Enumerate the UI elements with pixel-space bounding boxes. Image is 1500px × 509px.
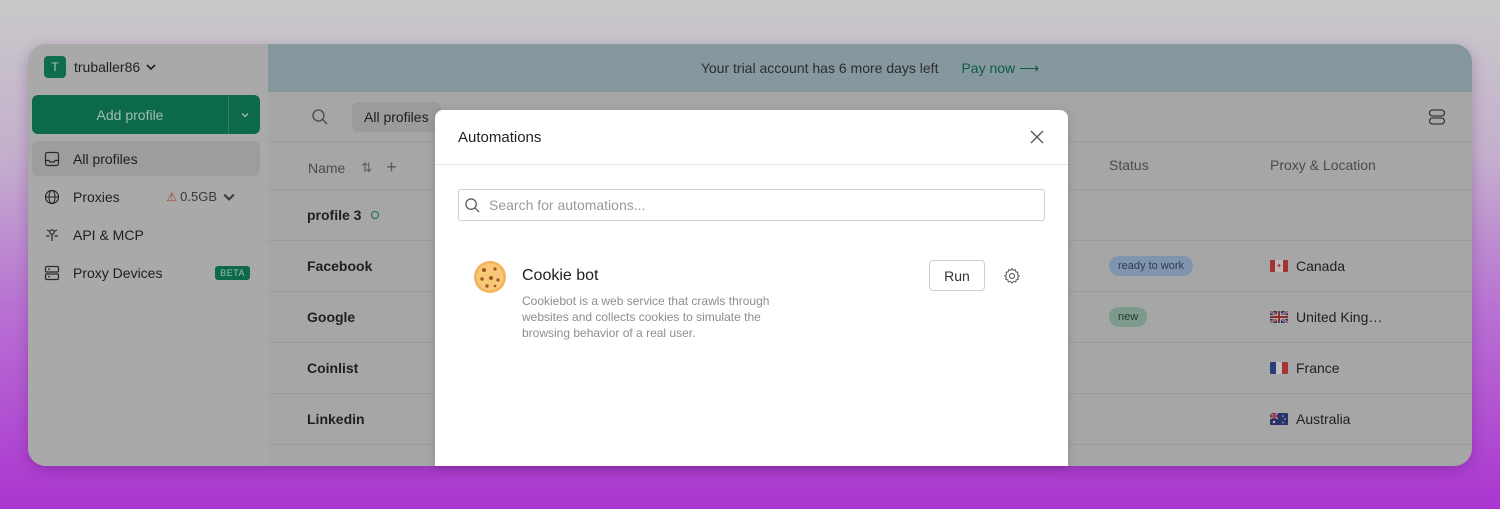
sidebar-item-api-mcp[interactable]: API & MCP bbox=[32, 217, 260, 252]
location-cell: France bbox=[1270, 360, 1340, 376]
gear-icon[interactable] bbox=[1003, 267, 1021, 285]
profile-filter-dropdown[interactable]: All profiles bbox=[352, 102, 441, 132]
api-icon bbox=[46, 228, 58, 241]
sidebar-nav: All profiles Proxies ⚠ 0.5GB API & MCP P… bbox=[32, 141, 260, 293]
location-name: Canada bbox=[1296, 258, 1346, 274]
cookie-icon bbox=[474, 261, 506, 293]
location-name: France bbox=[1296, 360, 1340, 376]
location-cell: United King… bbox=[1270, 309, 1382, 325]
location-name: Australia bbox=[1296, 411, 1351, 427]
avatar: T bbox=[44, 56, 66, 78]
sort-icon[interactable]: ⇅ bbox=[361, 160, 372, 176]
search-icon bbox=[465, 197, 480, 213]
location-name: United King… bbox=[1296, 309, 1383, 325]
profile-name-cell: profile 3 bbox=[307, 207, 380, 223]
trial-text: Your trial account has 6 more days left bbox=[700, 60, 939, 76]
globe-icon bbox=[44, 189, 60, 204]
proxy-traffic-value: 0.5GB bbox=[180, 189, 217, 204]
proxy-traffic-indicator[interactable]: ⚠ 0.5GB bbox=[166, 189, 250, 205]
warning-icon: ⚠ bbox=[166, 189, 178, 204]
column-header-status[interactable]: Status bbox=[1109, 157, 1149, 173]
location-cell: Australia bbox=[1270, 411, 1350, 427]
status-badge[interactable]: ready to work bbox=[1109, 256, 1194, 276]
sidebar-item-label: All profiles bbox=[73, 150, 138, 167]
profile-name: Coinlist bbox=[307, 360, 359, 376]
australia-flag-icon bbox=[1270, 413, 1288, 425]
chevron-down-icon bbox=[223, 193, 235, 201]
column-header-label: Name bbox=[308, 159, 346, 176]
france-flag-icon bbox=[1270, 362, 1288, 374]
column-header-name[interactable]: Name ⇅ + bbox=[308, 157, 397, 178]
sidebar-item-label: Proxy Devices bbox=[73, 264, 163, 281]
location-cell: ✦ Canada bbox=[1270, 258, 1345, 274]
modal-header: Automations bbox=[435, 110, 1068, 165]
canada-flag-icon: ✦ bbox=[1270, 260, 1288, 272]
add-column-icon[interactable]: + bbox=[386, 157, 397, 178]
account-switcher[interactable]: T truballer86 bbox=[44, 56, 156, 78]
account-name: truballer86 bbox=[74, 59, 141, 75]
add-profile-dropdown-button[interactable] bbox=[229, 95, 260, 134]
sidebar: T truballer86 Add profile All profiles P… bbox=[28, 44, 268, 466]
automation-name: Cookie bot bbox=[522, 267, 599, 284]
pay-now-link[interactable]: Pay now ⟶ bbox=[961, 60, 1039, 77]
profile-name: Linkedin bbox=[307, 411, 365, 427]
profile-name: Google bbox=[307, 309, 356, 325]
automation-search-field[interactable] bbox=[458, 189, 1045, 221]
status-badge[interactable]: new bbox=[1109, 307, 1148, 327]
profile-name: profile 3 bbox=[307, 207, 362, 223]
inbox-icon bbox=[44, 151, 60, 166]
automation-description: Cookiebot is a web service that crawls t… bbox=[522, 294, 770, 340]
arrow-right-icon: ⟶ bbox=[1019, 59, 1040, 76]
chevron-down-icon bbox=[241, 112, 248, 117]
sidebar-item-label: API & MCP bbox=[73, 226, 144, 243]
sidebar-item-proxy-devices[interactable]: Proxy Devices BETA bbox=[32, 255, 260, 290]
automation-search-input[interactable] bbox=[489, 197, 1044, 213]
add-profile-button[interactable]: Add profile bbox=[32, 95, 229, 134]
run-button[interactable]: Run bbox=[929, 260, 985, 291]
uk-flag-icon bbox=[1270, 311, 1288, 323]
column-header-proxy-location[interactable]: Proxy & Location bbox=[1270, 157, 1376, 173]
online-status-dot bbox=[371, 211, 380, 219]
automations-modal: Automations Cookie bot Cookiebot is a we… bbox=[435, 110, 1068, 466]
chevron-down-icon bbox=[146, 64, 156, 71]
search-icon[interactable] bbox=[311, 108, 329, 126]
profile-name: Facebook bbox=[307, 258, 373, 274]
sidebar-item-label: Proxies bbox=[73, 188, 120, 205]
devices-icon bbox=[44, 265, 60, 280]
pay-now-label: Pay now bbox=[961, 59, 1016, 76]
view-settings-icon[interactable] bbox=[1428, 108, 1446, 126]
beta-badge: BETA bbox=[215, 265, 250, 280]
add-profile-button-group: Add profile bbox=[32, 95, 260, 134]
trial-banner: Your trial account has 6 more days left … bbox=[268, 44, 1472, 92]
close-icon[interactable] bbox=[1030, 130, 1044, 144]
sidebar-item-all-profiles[interactable]: All profiles bbox=[32, 141, 260, 176]
sidebar-item-proxies[interactable]: Proxies ⚠ 0.5GB bbox=[32, 179, 260, 214]
modal-title: Automations bbox=[458, 129, 542, 146]
